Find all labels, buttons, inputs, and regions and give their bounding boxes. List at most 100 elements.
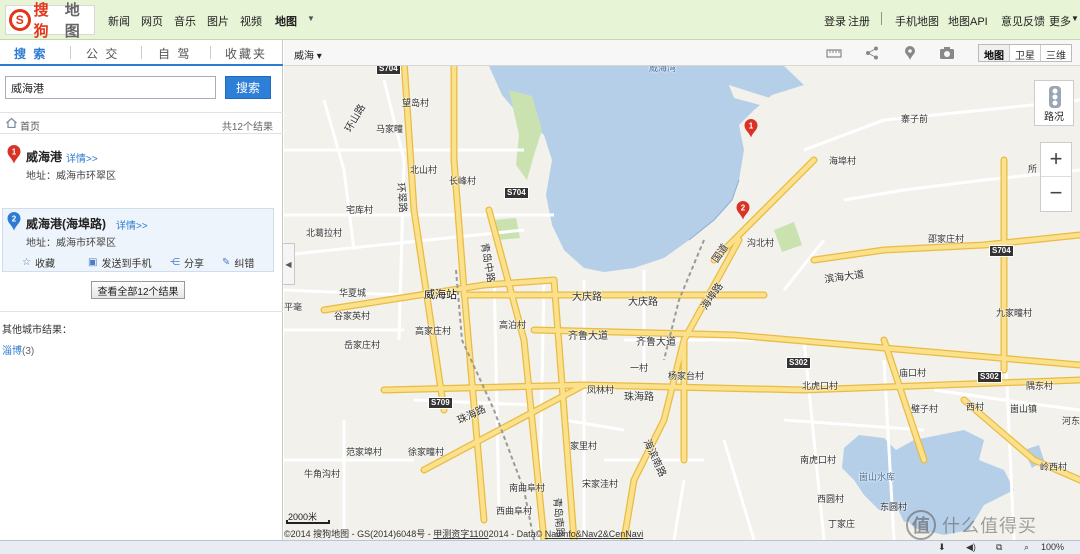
map-label-village: 望岛村 [402, 98, 430, 108]
route-shield: S709 [428, 397, 453, 409]
tab-separator [141, 46, 142, 59]
location-pin-icon[interactable] [902, 45, 918, 61]
result-2-detail-link[interactable]: 详情>> [116, 217, 148, 232]
map-label-reservoir: 崮山水库 [859, 472, 896, 482]
map-type-satellite[interactable]: 卫星 [1010, 45, 1041, 62]
home-icon[interactable] [6, 118, 17, 128]
tab-favorites[interactable]: 收藏夹 [225, 45, 267, 62]
report-error-action[interactable]: ✎ 纠错 [222, 255, 254, 270]
region-selector[interactable]: 威海 ▾ [294, 47, 322, 62]
result-1-detail-link[interactable]: 详情>> [66, 150, 98, 165]
watermark-logo-icon: 值 [906, 510, 936, 540]
nav-music[interactable]: 音乐 [174, 13, 196, 29]
map-label-village: 隅东村 [1026, 381, 1054, 391]
map-label-village: 家里村 [570, 441, 598, 451]
map-label-village: 岭西村 [1040, 462, 1068, 472]
map-canvas[interactable]: 1 2 威海湾 望岛村 马家疃 北山村 长峰村 宅库村 北葛拉村 华夏城 谷家英… [284, 40, 1080, 540]
nav-news[interactable]: 新闻 [108, 13, 130, 29]
nav-video[interactable]: 视频 [240, 13, 262, 29]
park-area [774, 222, 802, 252]
result-count: 共12个结果 [221, 122, 273, 133]
route-shield: S704 [504, 187, 529, 199]
camera-icon[interactable] [939, 45, 955, 61]
zoom-search-icon[interactable]: ⌕ [1024, 542, 1029, 553]
search-button[interactable]: 搜索 [225, 76, 271, 99]
sogou-map-logo[interactable]: S 搜狗 地图 [5, 2, 95, 40]
map-label-village: 西圆村 [817, 494, 845, 504]
panel-tabs: 搜 索 公 交 自 驾 收藏夹 [0, 40, 283, 66]
map-marker-2-number: 2 [741, 204, 746, 213]
search-input[interactable] [5, 76, 216, 99]
ruler-icon[interactable] [826, 45, 842, 61]
register-link[interactable]: 注册 [848, 13, 870, 29]
nav-images[interactable]: 图片 [207, 13, 229, 29]
share-icon[interactable] [864, 45, 880, 61]
map-label-village: 庙口村 [899, 368, 927, 378]
result-marker-1-icon: 1 [7, 145, 21, 164]
collapse-panel-button[interactable]: ◀ [283, 243, 295, 285]
nav-more-caret-icon[interactable]: ▼ [307, 14, 315, 23]
result-2-address: 地址：威海市环翠区 [26, 238, 116, 249]
map-label-village: 西村 [966, 402, 985, 412]
map-type-standard[interactable]: 地图 [979, 45, 1010, 62]
map-label-village: 牛角沟村 [304, 469, 341, 479]
tab-transit[interactable]: 公 交 [86, 45, 119, 62]
mobile-map-link[interactable]: 手机地图 [895, 13, 939, 29]
more-link[interactable]: 更多 [1049, 13, 1071, 29]
map-label-road: 环翠路 [394, 182, 408, 214]
more-caret-icon[interactable]: ▼ [1071, 14, 1079, 23]
map-label-village: 凤林村 [587, 385, 615, 395]
feedback-link[interactable]: 意见反馈 [1001, 13, 1045, 29]
other-city-link[interactable]: 淄博(3) [2, 342, 34, 357]
login-link[interactable]: 登录 [824, 13, 846, 29]
map-marker-2-icon[interactable]: 2 [736, 201, 750, 220]
top-navigation-bar: S 搜狗 地图 新闻 网页 音乐 图片 视频 地图 ▼ 登录 注册 手机地图 地… [0, 0, 1080, 40]
copyright-link[interactable]: NavInfo&Nav2 [545, 529, 603, 539]
other-city-count: (3) [22, 346, 35, 357]
share-action[interactable]: ⋲ 分享 [170, 255, 204, 270]
favorite-label: 收藏 [34, 259, 55, 270]
nav-web[interactable]: 网页 [141, 13, 163, 29]
copyright-link[interactable]: &CenNavi [603, 529, 644, 539]
map-api-link[interactable]: 地图API [948, 13, 988, 29]
map-label-village: 徐家疃村 [408, 447, 445, 457]
nav-map[interactable]: 地图 [275, 13, 297, 29]
breadcrumb: 首页 共12个结果 [0, 112, 283, 134]
map-marker-1-icon[interactable]: 1 [744, 119, 758, 138]
view-all-results-button[interactable]: 查看全部12个结果 [91, 281, 185, 299]
zoom-out-button[interactable]: − [1041, 178, 1071, 212]
map-type-3d[interactable]: 三维 [1041, 45, 1071, 62]
result-2-title[interactable]: 威海港(海埠路) [26, 215, 106, 232]
map-label-road: 齐鲁大道 [568, 331, 608, 342]
logo-map-text: 地图 [64, 2, 80, 40]
copyright-text: - GS(2014)6048号 - [349, 529, 434, 539]
breadcrumb-home[interactable]: 首页 [20, 118, 40, 133]
send-to-phone-label: 发送到手机 [101, 259, 152, 270]
copyright-link[interactable]: 甲测资字1100 [433, 529, 488, 539]
result-marker-2-number: 2 [12, 215, 17, 224]
map-label-village: 邵家庄村 [928, 234, 965, 244]
window-icon[interactable]: ⧉ [996, 542, 1002, 553]
map-label-village: 河东 [1062, 416, 1080, 426]
zoom-control: + − [1040, 142, 1072, 212]
tab-search[interactable]: 搜 索 [14, 45, 47, 62]
map-label-village: 杨家台村 [668, 371, 705, 381]
download-icon[interactable]: ⬇ [938, 542, 946, 553]
copyright-text: 2014 - Data© [488, 529, 545, 539]
map-base-layer [284, 56, 1080, 540]
copyright-text: ©2014 搜狗地图 [284, 529, 350, 539]
volume-icon[interactable]: ◀) [966, 542, 976, 553]
region-name: 威海 [294, 51, 314, 62]
zoom-in-button[interactable]: + [1041, 143, 1071, 177]
route-shield: S302 [786, 357, 811, 369]
traffic-label: 路况 [1044, 112, 1064, 123]
browser-zoom-level[interactable]: 100% [1041, 542, 1064, 552]
share-icon: ⋲ [170, 257, 180, 268]
map-label-village: 谷家英村 [334, 311, 371, 321]
map-label-road: 珠海路 [624, 392, 654, 403]
traffic-toggle-button[interactable]: 路况 [1034, 80, 1074, 126]
result-1-title[interactable]: 威海港 [26, 148, 62, 165]
send-to-phone-action[interactable]: ▣ 发送到手机 [88, 255, 151, 270]
tab-drive[interactable]: 自 驾 [158, 45, 191, 62]
favorite-action[interactable]: ☆ 收藏 [22, 255, 55, 270]
